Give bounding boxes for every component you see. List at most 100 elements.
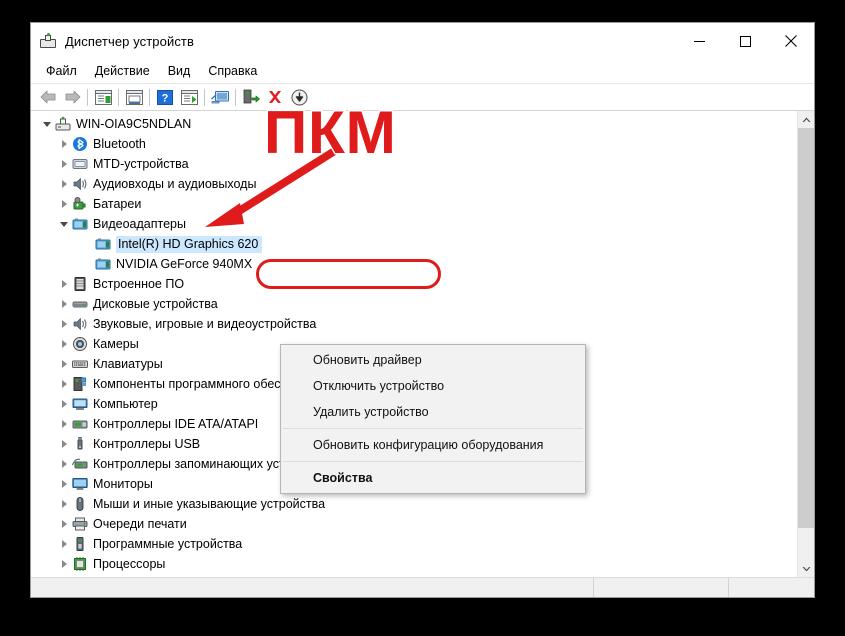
- disable-device-icon[interactable]: [287, 86, 311, 108]
- chevron-right-icon[interactable]: [56, 194, 72, 214]
- audio-icon: [72, 176, 88, 192]
- minimize-button[interactable]: [676, 23, 722, 59]
- tree-item-label: Камеры: [93, 336, 142, 353]
- tree-item[interactable]: Видеоадаптеры: [31, 214, 797, 234]
- toolbar: ?: [31, 84, 814, 111]
- computer-icon: [72, 396, 88, 412]
- maximize-button[interactable]: [722, 23, 768, 59]
- battery-icon: [72, 196, 88, 212]
- tree-item[interactable]: Встроенное ПО: [31, 274, 797, 294]
- back-arrow-icon[interactable]: [36, 86, 60, 108]
- tree-item[interactable]: Программные устройства: [31, 534, 797, 554]
- mouse-icon: [72, 496, 88, 512]
- camera-icon: [72, 336, 88, 352]
- uninstall-device-icon[interactable]: [263, 86, 287, 108]
- tree-item[interactable]: Процессоры: [31, 554, 797, 574]
- disk-drive-icon: [72, 296, 88, 312]
- status-pane-3: [728, 578, 814, 598]
- chevron-right-icon[interactable]: [56, 154, 72, 174]
- tree-item[interactable]: Мыши и иные указывающие устройства: [31, 494, 797, 514]
- title-bar: Диспетчер устройств: [31, 23, 814, 59]
- context-menu-separator: [283, 428, 583, 429]
- menu-action[interactable]: Действие: [86, 61, 159, 81]
- ctx-update-driver[interactable]: Обновить драйвер: [281, 347, 585, 373]
- chevron-right-icon[interactable]: [56, 314, 72, 334]
- display-adapter-icon: [95, 236, 111, 252]
- chevron-right-icon[interactable]: [56, 454, 72, 474]
- menu-view[interactable]: Вид: [159, 61, 200, 81]
- chevron-right-icon[interactable]: [56, 514, 72, 534]
- tree-item-label: Видеоадаптеры: [93, 216, 189, 233]
- chevron-right-icon[interactable]: [56, 394, 72, 414]
- tree-item-label: Мыши и иные указывающие устройства: [93, 496, 328, 513]
- tree-item[interactable]: NVIDIA GeForce 940MX: [31, 254, 797, 274]
- chevron-right-icon[interactable]: [56, 534, 72, 554]
- chevron-right-icon[interactable]: [56, 554, 72, 574]
- storage-controller-icon: [72, 456, 88, 472]
- vertical-scrollbar[interactable]: [797, 111, 814, 577]
- ctx-properties[interactable]: Свойства: [281, 465, 585, 491]
- chevron-right-icon[interactable]: [56, 334, 72, 354]
- display-adapter-icon: [95, 256, 111, 272]
- scrollbar-thumb[interactable]: [798, 128, 814, 528]
- tree-item[interactable]: WIN-OIA9C5NDLAN: [31, 114, 797, 134]
- scroll-down-arrow-icon[interactable]: [798, 560, 814, 577]
- chevron-down-icon[interactable]: [56, 214, 72, 234]
- ctx-uninstall-device[interactable]: Удалить устройство: [281, 399, 585, 425]
- svg-text:?: ?: [162, 92, 169, 104]
- ide-controller-icon: [72, 416, 88, 432]
- show-hide-console-tree-icon[interactable]: [91, 86, 115, 108]
- monitor-icon[interactable]: [208, 86, 232, 108]
- toolbar-separator: [235, 89, 236, 106]
- properties-icon[interactable]: [122, 86, 146, 108]
- tree-item[interactable]: Аудиовходы и аудиовыходы: [31, 174, 797, 194]
- tree-item-label: Сетевые адаптеры: [93, 576, 207, 578]
- keyboard-icon: [72, 356, 88, 372]
- scroll-up-arrow-icon[interactable]: [798, 111, 814, 128]
- mtd-icon: [72, 156, 88, 172]
- tree-item-label: Звуковые, игровые и видеоустройства: [93, 316, 319, 333]
- tree-item[interactable]: Очереди печати: [31, 514, 797, 534]
- tree-item-label: NVIDIA GeForce 940MX: [116, 256, 255, 273]
- status-bar: [31, 577, 814, 598]
- chevron-right-icon[interactable]: [56, 354, 72, 374]
- tree-item[interactable]: MTD-устройства: [31, 154, 797, 174]
- software-component-icon: [72, 376, 88, 392]
- tree-item-label: Клавиатуры: [93, 356, 166, 373]
- tree-item-label: Контроллеры IDE ATA/ATAPI: [93, 416, 261, 433]
- tree-content-area: WIN-OIA9C5NDLANBluetooth MTD-устройстваАу…: [31, 111, 814, 577]
- tree-item[interactable]: Сетевые адаптеры: [31, 574, 797, 577]
- device-manager-window: Диспетчер устройств Файл Действие Вид Сп…: [30, 22, 815, 598]
- scan-icon[interactable]: [177, 86, 201, 108]
- status-pane-1: [31, 578, 593, 598]
- chevron-right-icon[interactable]: [56, 274, 72, 294]
- chevron-right-icon[interactable]: [56, 374, 72, 394]
- ctx-scan-hardware-changes[interactable]: Обновить конфигурацию оборудования: [281, 432, 585, 458]
- tree-item[interactable]: Звуковые, игровые и видеоустройства: [31, 314, 797, 334]
- forward-arrow-icon[interactable]: [60, 86, 84, 108]
- chevron-right-icon[interactable]: [56, 434, 72, 454]
- chevron-right-icon[interactable]: [56, 134, 72, 154]
- tree-item-label: MTD-устройства: [93, 156, 192, 173]
- tree-item[interactable]: Intel(R) HD Graphics 620: [31, 234, 797, 254]
- tree-item-label: WIN-OIA9C5NDLAN: [76, 116, 194, 133]
- menu-file[interactable]: Файл: [37, 61, 86, 81]
- tree-item[interactable]: Батареи: [31, 194, 797, 214]
- tree-item[interactable]: Bluetooth: [31, 134, 797, 154]
- chevron-right-icon[interactable]: [56, 474, 72, 494]
- help-icon[interactable]: ?: [153, 86, 177, 108]
- chevron-down-icon[interactable]: [39, 114, 55, 134]
- update-driver-icon[interactable]: [239, 86, 263, 108]
- chevron-right-icon[interactable]: [56, 294, 72, 314]
- ctx-disable-device[interactable]: Отключить устройство: [281, 373, 585, 399]
- context-menu[interactable]: Обновить драйвер Отключить устройство Уд…: [280, 344, 586, 494]
- close-button[interactable]: [768, 23, 814, 59]
- tree-item-label: Батареи: [93, 196, 144, 213]
- menu-help[interactable]: Справка: [199, 61, 266, 81]
- tree-item[interactable]: Дисковые устройства: [31, 294, 797, 314]
- chevron-right-icon[interactable]: [56, 414, 72, 434]
- tree-indent-spacer: [79, 234, 95, 254]
- chevron-right-icon[interactable]: [56, 494, 72, 514]
- chevron-right-icon[interactable]: [56, 174, 72, 194]
- chevron-right-icon[interactable]: [56, 574, 72, 577]
